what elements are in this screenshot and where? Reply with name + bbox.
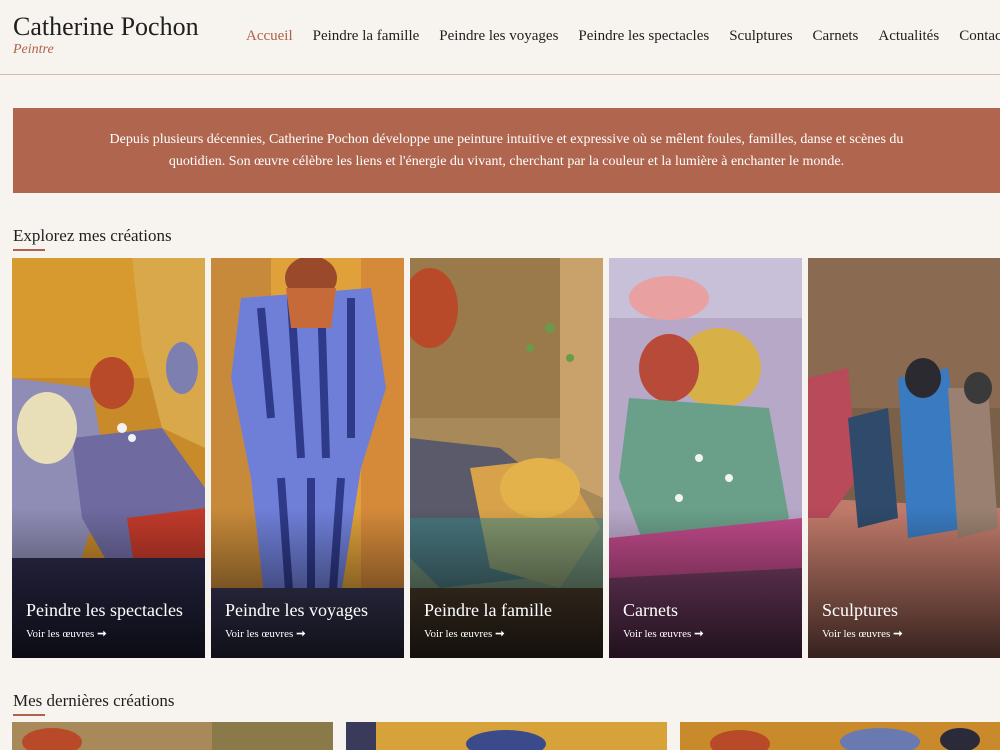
arrow-right-icon: ➞ [694,628,704,640]
card-link[interactable]: Voir les œuvres ➞ [225,627,305,640]
latest-thumb-1[interactable] [12,722,333,750]
card-link-label: Voir les œuvres [424,628,493,640]
latest-painting-image [12,722,333,750]
card-title: Sculptures [822,600,898,620]
card-title: Peindre les voyages [225,600,368,620]
intro-text: Depuis plusieurs décennies, Catherine Po… [109,131,904,169]
main-nav: Accueil Peindre la famille Peindre les v… [246,28,1000,45]
arrow-right-icon: ➞ [296,628,306,640]
card-link[interactable]: Voir les œuvres ➞ [822,627,902,640]
arrow-right-icon: ➞ [495,628,505,640]
card-sculptures[interactable]: Sculptures Voir les œuvres ➞ [808,258,1000,658]
site-subtitle: Peintre [13,42,54,57]
latest-painting-image [346,722,667,750]
card-title: Carnets [623,600,678,620]
intro-banner: Depuis plusieurs décennies, Catherine Po… [13,108,1000,193]
arrow-right-icon: ➞ [97,628,107,640]
card-link[interactable]: Voir les œuvres ➞ [26,627,106,640]
card-link-label: Voir les œuvres [225,628,294,640]
nav-accueil[interactable]: Accueil [246,28,293,45]
card-link-label: Voir les œuvres [623,628,692,640]
card-peindre-la-famille[interactable]: Peindre la famille Voir les œuvres ➞ [410,258,603,658]
nav-peindre-les-spectacles[interactable]: Peindre les spectacles [578,28,709,45]
card-title: Peindre les spectacles [26,600,183,620]
arrow-right-icon: ➞ [893,628,903,640]
latest-thumb-3[interactable] [680,722,1000,750]
card-link-label: Voir les œuvres [822,628,891,640]
card-peindre-les-voyages[interactable]: Peindre les voyages Voir les œuvres ➞ [211,258,404,658]
latest-painting-image [680,722,1000,750]
latest-title: Mes dernières créations [13,691,175,710]
nav-sculptures[interactable]: Sculptures [729,28,792,45]
card-title: Peindre la famille [424,600,552,620]
card-peindre-les-spectacles[interactable]: Peindre les spectacles Voir les œuvres ➞ [12,258,205,658]
card-link[interactable]: Voir les œuvres ➞ [623,627,703,640]
nav-actualites[interactable]: Actualités [878,28,939,45]
latest-thumb-2[interactable] [346,722,667,750]
card-link[interactable]: Voir les œuvres ➞ [424,627,504,640]
site-header: Catherine Pochon Peintre Accueil Peindre… [0,0,1000,75]
nav-peindre-les-voyages[interactable]: Peindre les voyages [439,28,558,45]
card-carnets[interactable]: Carnets Voir les œuvres ➞ [609,258,802,658]
latest-title-rule [13,714,45,716]
explore-title: Explorez mes créations [13,226,172,245]
nav-carnets[interactable]: Carnets [813,28,859,45]
nav-peindre-la-famille[interactable]: Peindre la famille [313,28,420,45]
nav-contact[interactable]: Contact [959,28,1000,45]
card-link-label: Voir les œuvres [26,628,95,640]
site-title[interactable]: Catherine Pochon [13,12,199,42]
explore-title-rule [13,249,45,251]
